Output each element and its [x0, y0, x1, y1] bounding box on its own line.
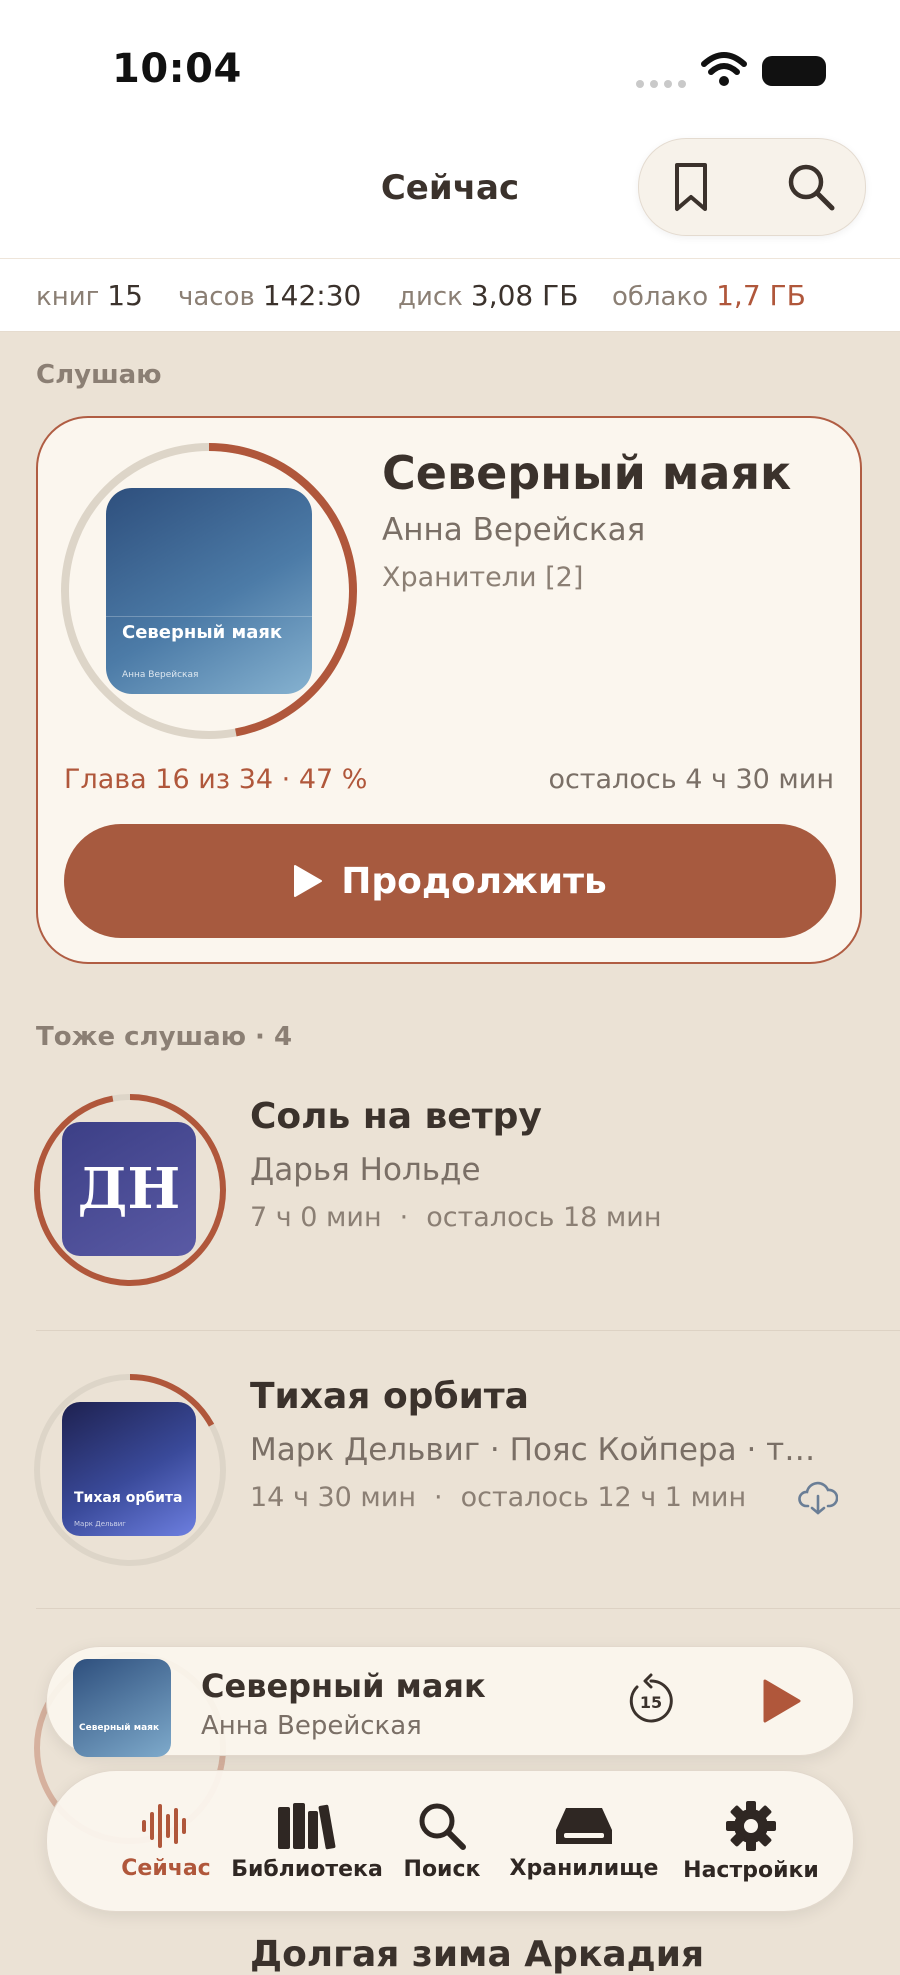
status-time: 10:04: [112, 46, 242, 92]
books-icon: [278, 1802, 336, 1849]
search-button[interactable]: [781, 157, 841, 217]
drive-icon: [556, 1807, 612, 1844]
tab-search[interactable]: Поиск: [387, 1771, 497, 1911]
list-item[interactable]: Тихая орбита Марк Дельвиг Тихая орбита М…: [0, 1372, 900, 1612]
book-cover: Северный маяк Анна Верейская: [106, 488, 312, 694]
top-bar: 10:04 Сейчас: [0, 0, 900, 258]
book-cover: Тихая орбита Марк Дельвиг: [62, 1402, 196, 1536]
header-actions: [638, 138, 866, 236]
list-item[interactable]: ДН Соль на ветру Дарья Нольде 7 ч 0 мин ·…: [0, 1092, 900, 1332]
continue-label: Продолжить: [341, 860, 607, 902]
library-stats: книг 15 часов 142:30 диск 3,08 ГБ облако 1,7…: [0, 258, 900, 332]
bookmark-button[interactable]: [661, 157, 721, 217]
signal-icon: [636, 80, 686, 88]
section-also-listening: Тоже слушаю · 4: [36, 1022, 293, 1052]
svg-text:15: 15: [640, 1693, 662, 1712]
book-title: Северный маяк: [382, 446, 792, 500]
book-author: Анна Верейская: [382, 512, 646, 548]
tab-bar: Сейчас Библиотека Поиск Хранилище Настро…: [46, 1770, 854, 1912]
stat-hours: часов 142:30: [178, 279, 362, 312]
book-series: Хранители [2]: [382, 562, 584, 593]
bookmark-icon: [675, 163, 707, 211]
play-icon[interactable]: [751, 1673, 807, 1729]
tab-now[interactable]: Сейчас: [87, 1771, 247, 1911]
section-listening: Слушаю: [36, 360, 162, 390]
continue-button[interactable]: Продолжить: [64, 824, 836, 938]
book-title: Тихая орбита: [250, 1376, 529, 1417]
book-meta: 7 ч 0 мин · осталось 18 мин: [250, 1202, 662, 1233]
tab-settings[interactable]: Настройки: [677, 1771, 825, 1911]
book-author: Марк Дельвиг · Пояс Койпера · то...: [250, 1432, 820, 1468]
waveform-icon: [142, 1803, 186, 1848]
tab-library[interactable]: Библиотека: [231, 1771, 383, 1911]
skip-back-15-icon[interactable]: 15: [623, 1673, 679, 1729]
stat-books: книг 15: [36, 279, 143, 312]
mini-player[interactable]: Северный маяк Северный маяк Анна Верейск…: [46, 1646, 854, 1757]
search-icon: [788, 164, 835, 211]
cloud-download-icon[interactable]: [798, 1480, 838, 1516]
book-meta: 14 ч 30 мин · осталось 12 ч 1 мин: [250, 1482, 747, 1513]
book-author: Дарья Нольде: [250, 1152, 481, 1188]
play-icon: [294, 865, 323, 897]
divider: [36, 1608, 900, 1609]
mini-player-author: Анна Верейская: [201, 1711, 422, 1741]
time-remaining: осталось 4 ч 30 мин: [548, 764, 834, 795]
divider: [36, 1330, 900, 1331]
search-icon: [419, 1803, 466, 1850]
mini-player-title: Северный маяк: [201, 1667, 486, 1705]
tab-storage[interactable]: Хранилище: [509, 1771, 659, 1911]
stat-disk: диск 3,08 ГБ: [398, 279, 579, 312]
book-title: Соль на ветру: [250, 1096, 542, 1137]
stat-cloud: облако 1,7 ГБ: [612, 279, 806, 312]
now-listening-card[interactable]: Северный маяк Анна Верейская Северный ма…: [36, 416, 862, 964]
battery-icon: [762, 56, 826, 86]
next-book-title-partial: Долгая зима Аркадия: [250, 1934, 705, 1975]
gear-icon: [726, 1800, 776, 1851]
chapter-progress: Глава 16 из 34 · 47 %: [64, 764, 368, 795]
book-cover: ДН: [62, 1122, 196, 1256]
mini-player-cover: Северный маяк: [73, 1659, 171, 1757]
wifi-icon: [701, 52, 747, 86]
